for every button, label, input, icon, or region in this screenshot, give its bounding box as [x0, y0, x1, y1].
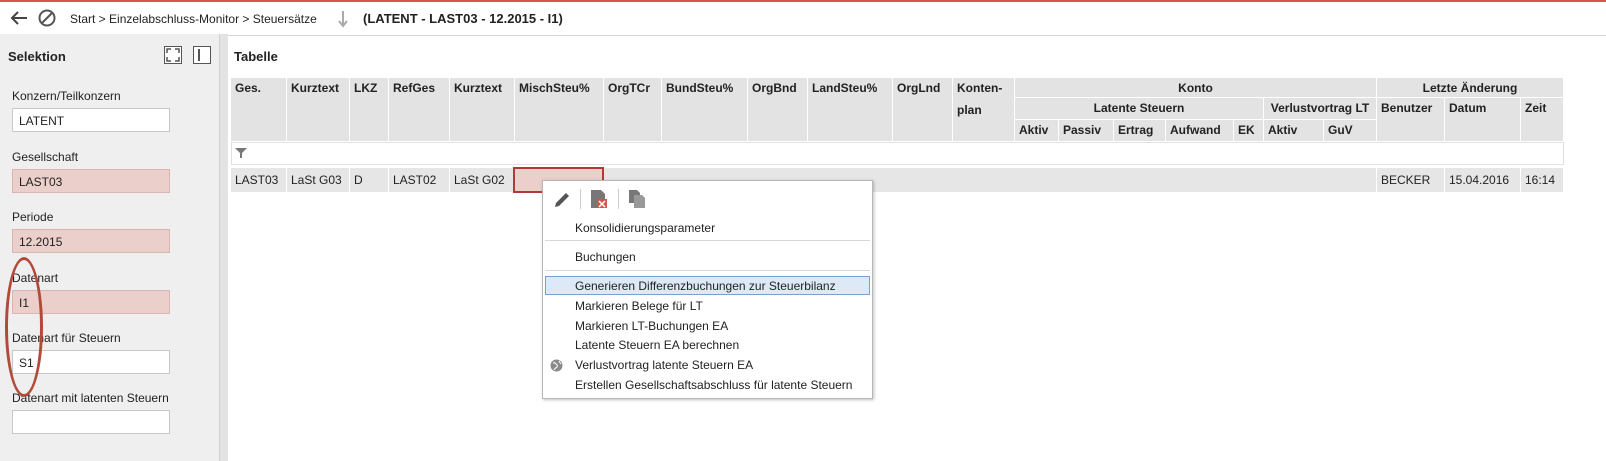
menu-item-markieren-belege[interactable]: Markieren Belege für LT [575, 299, 703, 313]
menu-item-generieren-differenzbuchungen[interactable]: Generieren Differenzbuchungen zur Steuer… [575, 279, 836, 293]
annotation-oval [5, 257, 43, 397]
col-header-orgbnd[interactable]: OrgBnd [748, 78, 808, 142]
globe-icon [550, 359, 563, 372]
toolbar-separator [618, 189, 619, 209]
toolbar-separator [580, 189, 581, 209]
col-header-kontenplan[interactable]: Konten- plan [953, 78, 1015, 142]
copy-document-icon[interactable] [628, 189, 646, 209]
konzern-input[interactable]: LATENT [12, 108, 170, 132]
table-title: Tabelle [234, 49, 278, 64]
back-arrow-icon[interactable] [10, 10, 28, 26]
menu-divider [545, 270, 870, 271]
col-header-ertrag[interactable]: Ertrag [1114, 120, 1166, 142]
col-header-zeit[interactable]: Zeit [1521, 98, 1564, 142]
col-header-landsteu[interactable]: LandSteu% [808, 78, 893, 142]
col-header-mischsteu[interactable]: MischSteu% [515, 78, 604, 142]
panel-toggle-icon[interactable] [193, 46, 211, 64]
field-label-datenart-latent: Datenart mit latenten Steuern [12, 391, 169, 405]
col-header-orgtcr[interactable]: OrgTCr [604, 78, 662, 142]
selection-header: Selektion [8, 49, 66, 64]
col-header-verlust-aktiv[interactable]: Aktiv [1264, 120, 1324, 142]
page-title: (LATENT - LAST03 - 12.2015 - I1) [363, 11, 563, 26]
periode-input[interactable]: 12.2015 [12, 229, 170, 253]
cell-zeit[interactable]: 16:14 [1521, 168, 1564, 192]
delete-document-icon[interactable] [590, 189, 608, 209]
divider [0, 35, 1606, 36]
group-header-letzte-aenderung: Letzte Änderung [1377, 78, 1564, 98]
field-label-periode: Periode [12, 210, 54, 224]
menu-divider [545, 240, 870, 241]
col-header-aktiv[interactable]: Aktiv [1015, 120, 1059, 142]
top-bar: Start > Einzelabschluss-Monitor > Steuer… [0, 0, 1606, 36]
expand-icon[interactable] [164, 46, 182, 64]
cell-lkz[interactable]: D [350, 168, 389, 192]
cell-ges[interactable]: LAST03 [231, 168, 287, 192]
cell-kurztext-2[interactable]: LaSt G02 [450, 168, 515, 192]
cell-benutzer[interactable]: BECKER [1377, 168, 1445, 192]
col-header-kontenplan-line1: Konten- [957, 81, 1003, 95]
col-header-refges[interactable]: RefGes [389, 78, 450, 142]
col-header-bundsteu[interactable]: BundSteu% [662, 78, 748, 142]
col-header-kurztext-2[interactable]: Kurztext [450, 78, 515, 142]
datenart-latent-input[interactable] [12, 410, 170, 434]
menu-item-verlustvortrag[interactable]: Verlustvortrag latente Steuern EA [575, 358, 753, 372]
col-header-passiv[interactable]: Passiv [1059, 120, 1114, 142]
cell-kurztext[interactable]: LaSt G03 [287, 168, 350, 192]
cancel-icon[interactable] [38, 9, 56, 27]
context-menu: Konsolidierungsparameter Buchungen Gener… [542, 180, 873, 399]
menu-item-erstellen-gesellschaftsabschluss[interactable]: Erstellen Gesellschaftsabschluss für lat… [575, 378, 852, 392]
group-header-latente-steuern: Latente Steuern [1015, 98, 1264, 120]
filter-icon[interactable] [235, 147, 247, 159]
field-label-gesellschaft: Gesellschaft [12, 150, 79, 164]
col-header-ges[interactable]: Ges. [231, 78, 287, 142]
arrow-down-icon[interactable] [337, 10, 349, 28]
gesellschaft-input[interactable]: LAST03 [12, 169, 170, 193]
col-header-benutzer[interactable]: Benutzer [1377, 98, 1445, 142]
splitter[interactable] [220, 34, 228, 461]
menu-item-markieren-lt-buchungen[interactable]: Markieren LT-Buchungen EA [575, 319, 728, 333]
field-label-konzern: Konzern/Teilkonzern [12, 89, 121, 103]
group-header-verlustvortrag: Verlustvortrag LT [1264, 98, 1377, 120]
filter-row[interactable] [231, 142, 1564, 165]
menu-item-latente-steuern-berechnen[interactable]: Latente Steuern EA berechnen [575, 338, 739, 352]
col-header-aufwand[interactable]: Aufwand [1166, 120, 1234, 142]
context-menu-toolbar [543, 181, 872, 217]
col-header-ek[interactable]: EK [1234, 120, 1264, 142]
cell-refges[interactable]: LAST02 [389, 168, 450, 192]
breadcrumb[interactable]: Start > Einzelabschluss-Monitor > Steuer… [70, 12, 317, 26]
menu-item-buchungen[interactable]: Buchungen [575, 250, 636, 264]
col-header-datum[interactable]: Datum [1445, 98, 1521, 142]
col-header-guv[interactable]: GuV [1324, 120, 1377, 142]
selection-panel: Selektion Konzern/Teilkonzern LATENT Ges… [0, 34, 220, 461]
col-header-kurztext[interactable]: Kurztext [287, 78, 350, 142]
menu-item-konsolidierungsparameter[interactable]: Konsolidierungsparameter [575, 221, 715, 235]
col-header-lkz[interactable]: LKZ [350, 78, 389, 142]
edit-pencil-icon[interactable] [553, 191, 571, 209]
cell-datum[interactable]: 15.04.2016 [1445, 168, 1521, 192]
group-header-konto: Konto [1015, 78, 1377, 98]
col-header-kontenplan-line2: plan [957, 103, 982, 117]
col-header-orglnd[interactable]: OrgLnd [893, 78, 953, 142]
